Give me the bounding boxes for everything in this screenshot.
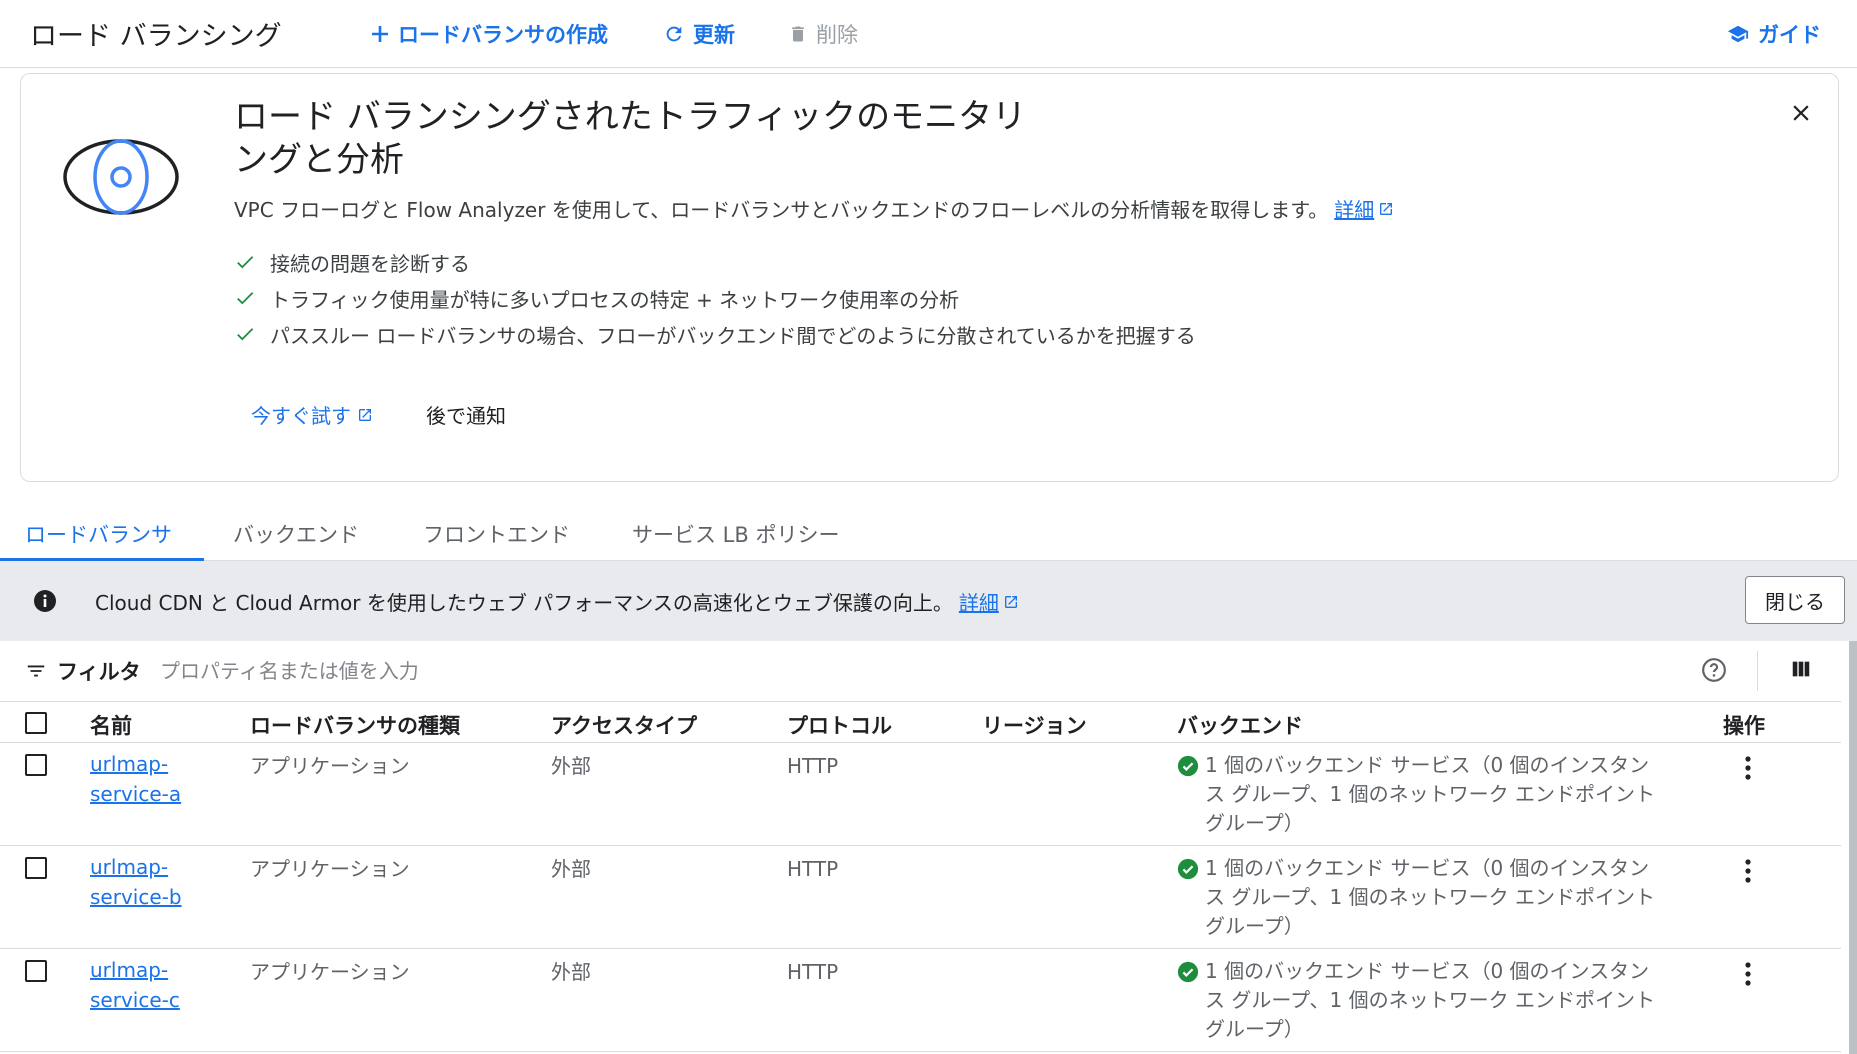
access-type: 外部 — [551, 754, 591, 778]
tab-frontends[interactable]: フロントエンド — [423, 519, 570, 549]
column-header-type[interactable]: ロードバランサの種類 — [250, 710, 460, 740]
info-banner-details-link[interactable]: 詳細 — [959, 587, 1019, 616]
table-row: urlmap-service-c アプリケーション 外部 HTTP 1 個のバッ… — [0, 949, 1841, 1052]
info-banner-text: Cloud CDN と Cloud Armor を使用したウェブ パフォーマンス… — [95, 591, 953, 615]
backend-summary: 1 個のバックエンド サービス（0 個のインスタンス グループ、1 個のネットワ… — [1177, 854, 1667, 941]
protocol: HTTP — [787, 754, 839, 778]
create-load-balancer-button[interactable]: ロードバランサの作成 — [370, 18, 608, 50]
try-now-label: 今すぐ試す — [251, 404, 351, 428]
guide-button[interactable]: ガイド — [1726, 18, 1821, 50]
tab-backends[interactable]: バックエンド — [233, 519, 359, 549]
eye-illustration-icon — [63, 139, 179, 215]
banner-description: VPC フローログと Flow Analyzer を使用して、ロードバランサとバ… — [234, 194, 1394, 223]
check-icon — [237, 256, 254, 269]
access-type: 外部 — [551, 960, 591, 984]
more-vert-icon[interactable] — [1738, 755, 1758, 781]
check-circle-icon — [1177, 858, 1199, 880]
check-circle-icon — [1177, 755, 1199, 777]
backend-summary: 1 個のバックエンド サービス（0 個のインスタンス グループ、1 個のネットワ… — [1177, 751, 1667, 838]
filter-input[interactable] — [160, 655, 1660, 687]
table-row: urlmap-service-a アプリケーション 外部 HTTP 1 個のバッ… — [0, 743, 1841, 846]
tab-load-balancers[interactable]: ロードバランサ — [25, 519, 172, 549]
more-vert-icon[interactable] — [1738, 858, 1758, 884]
remind-later-button[interactable]: 後で通知 — [426, 400, 506, 429]
open-in-new-icon — [1380, 202, 1393, 215]
feature-item: トラフィック使用量が特に多いプロセスの特定 + ネットワーク使用率の分析 — [234, 280, 1196, 316]
filter-icon — [27, 665, 45, 677]
load-balancer-name-link[interactable]: urlmap-service-a — [90, 749, 190, 809]
row-checkbox[interactable] — [25, 960, 47, 982]
try-now-button[interactable]: 今すぐ試す — [251, 400, 373, 429]
banner-details-link[interactable]: 詳細 — [1334, 194, 1394, 223]
open-in-new-icon — [1004, 595, 1017, 608]
columns-icon[interactable] — [1790, 658, 1812, 680]
row-checkbox[interactable] — [25, 857, 47, 879]
dismiss-button[interactable]: 閉じる — [1745, 576, 1845, 624]
feature-text: パススルー ロードバランサの場合、フローがバックエンド間でどのように分散されてい… — [270, 323, 1196, 348]
filter-button[interactable]: フィルタ — [25, 656, 141, 686]
backend-summary: 1 個のバックエンド サービス（0 個のインスタンス グループ、1 個のネットワ… — [1177, 957, 1667, 1044]
info-banner-message: Cloud CDN と Cloud Armor を使用したウェブ パフォーマンス… — [95, 587, 1019, 616]
column-header-actions: 操作 — [1723, 714, 1765, 738]
banner-details-label: 詳細 — [1334, 198, 1375, 222]
refresh-button[interactable]: 更新 — [663, 18, 735, 50]
flow-analyzer-banner: ロード バランシングされたトラフィックのモニタリングと分析 VPC フローログと… — [20, 73, 1839, 482]
check-circle-icon — [1177, 961, 1199, 983]
feature-item: 接続の問題を診断する — [234, 244, 1196, 280]
backend-summary-text: 1 個のバックエンド サービス（0 個のインスタンス グループ、1 個のネットワ… — [1205, 856, 1655, 938]
refresh-icon — [666, 26, 682, 42]
help-icon[interactable] — [1701, 657, 1727, 683]
guide-label: ガイド — [1758, 23, 1821, 47]
load-balancer-type: アプリケーション — [250, 960, 410, 984]
filter-bar: フィルタ — [0, 641, 1841, 701]
refresh-label: 更新 — [693, 23, 735, 47]
feature-text: トラフィック使用量が特に多いプロセスの特定 + ネットワーク使用率の分析 — [270, 287, 960, 312]
protocol: HTTP — [787, 960, 839, 984]
access-type: 外部 — [551, 857, 591, 881]
column-header-backend[interactable]: バックエンド — [1177, 710, 1303, 740]
table-row: urlmap-service-b アプリケーション 外部 HTTP 1 個のバッ… — [0, 846, 1841, 949]
column-header-name[interactable]: 名前 — [90, 710, 132, 740]
toolbar-divider — [1757, 651, 1758, 691]
info-icon — [34, 590, 56, 612]
column-header-access-type[interactable]: アクセスタイプ — [551, 710, 697, 740]
filter-label: フィルタ — [57, 660, 141, 684]
backend-summary-text: 1 個のバックエンド サービス（0 個のインスタンス グループ、1 個のネットワ… — [1205, 753, 1655, 835]
graduation-cap-icon — [1727, 25, 1749, 43]
trash-icon — [792, 26, 804, 42]
banner-feature-list: 接続の問題を診断する トラフィック使用量が特に多いプロセスの特定 + ネットワー… — [234, 244, 1196, 352]
table-header: 名前 ロードバランサの種類 アクセスタイプ プロトコル リージョン バックエンド… — [0, 701, 1841, 743]
check-icon — [237, 292, 254, 305]
create-load-balancer-label: ロードバランサの作成 — [398, 23, 608, 47]
info-banner-details-label: 詳細 — [958, 591, 999, 615]
tab-bar: ロードバランサ バックエンド フロントエンド サービス LB ポリシー — [0, 505, 1857, 561]
load-balancer-type: アプリケーション — [250, 857, 410, 881]
row-checkbox[interactable] — [25, 754, 47, 776]
plus-icon — [372, 26, 388, 42]
load-balancer-name-link[interactable]: urlmap-service-c — [90, 955, 190, 1015]
check-icon — [237, 328, 254, 341]
feature-item: パススルー ロードバランサの場合、フローがバックエンド間でどのように分散されてい… — [234, 316, 1196, 352]
banner-title: ロード バランシングされたトラフィックのモニタリングと分析 — [234, 97, 1027, 180]
backend-summary-text: 1 個のバックエンド サービス（0 個のインスタンス グループ、1 個のネットワ… — [1205, 959, 1655, 1041]
close-icon[interactable] — [1788, 100, 1814, 126]
more-vert-icon[interactable] — [1738, 961, 1758, 987]
page-scrollbar[interactable] — [1849, 641, 1857, 1054]
load-balancer-name-link[interactable]: urlmap-service-b — [90, 852, 190, 912]
open-in-new-icon — [359, 408, 371, 421]
delete-label: 削除 — [816, 23, 858, 47]
delete-button[interactable]: 削除 — [788, 18, 858, 50]
column-header-protocol[interactable]: プロトコル — [787, 710, 892, 740]
top-toolbar: ロード バランシング ロードバランサの作成 更新 削除 ガイド — [0, 0, 1857, 68]
load-balancer-type: アプリケーション — [250, 754, 410, 778]
select-all-checkbox[interactable] — [25, 712, 47, 734]
column-header-region[interactable]: リージョン — [982, 710, 1087, 740]
info-banner: Cloud CDN と Cloud Armor を使用したウェブ パフォーマンス… — [0, 561, 1857, 641]
protocol: HTTP — [787, 857, 839, 881]
page-title: ロード バランシング — [30, 21, 282, 52]
tab-service-lb-policies[interactable]: サービス LB ポリシー — [632, 519, 839, 549]
feature-text: 接続の問題を診断する — [270, 251, 470, 276]
banner-description-text: VPC フローログと Flow Analyzer を使用して、ロードバランサとバ… — [234, 198, 1329, 222]
